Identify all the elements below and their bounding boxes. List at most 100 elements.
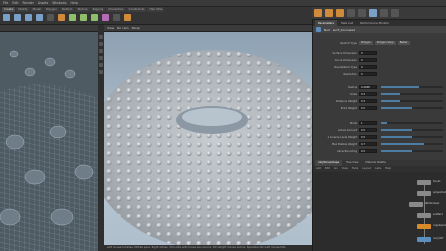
shelf-tab-characters[interactable]: Characters [106,7,126,12]
left-viewport-header [0,25,102,32]
viewport-status: Left mouse tumbles. Middle pans. Right d… [104,245,312,251]
param-slider[interactable] [381,107,443,109]
shelf-tab-constraints[interactable]: Constraints [126,7,147,12]
node-copytopoints[interactable] [417,224,431,229]
tab-perf-monitor[interactable]: Performance Monitor [357,20,392,26]
param-value-field[interactable]: 0.7 [359,141,377,147]
select-tool-icon[interactable] [99,35,103,39]
caustic-light-icon[interactable] [380,9,388,17]
font-icon[interactable] [124,14,131,21]
param-value-field[interactable]: 0.3 [359,91,377,97]
shelf-tab-rigging[interactable]: Rigging [90,7,106,12]
net-menu-tools[interactable]: Tools [352,166,358,172]
param-label: Resolution [343,72,357,76]
spot-light-icon[interactable] [325,9,333,17]
param-slider[interactable] [381,122,443,124]
node-polyextrude[interactable] [417,191,431,196]
shelf-tab-model[interactable]: Model [30,7,43,12]
param-slider[interactable] [381,136,443,138]
shelf-tab-texture[interactable]: Texture [75,7,90,12]
sphere-icon[interactable] [14,14,21,21]
menu-assets[interactable]: Assets [38,1,48,5]
point-light-icon[interactable] [314,9,322,17]
menu-file[interactable]: File [3,1,8,5]
shelf-tab-modify[interactable]: Modify [16,7,30,12]
sky-light-icon[interactable] [358,9,366,17]
display-menu[interactable]: Persp [132,26,140,30]
tab-parameters[interactable]: Parameters [315,20,338,26]
param-option[interactable]: Polygon Soup [374,40,396,46]
camera-icon[interactable] [347,9,355,17]
rotate-tool-icon[interactable] [99,49,103,53]
net-menu-add[interactable]: Add [316,166,321,172]
node-null-out[interactable] [417,237,431,242]
param-value-field[interactable]: 0.5 [359,134,377,140]
param-value-field[interactable]: 0.4948 [359,84,377,90]
tube-icon[interactable] [25,14,32,21]
handle-tool-icon[interactable] [99,63,103,67]
param-slider[interactable] [381,86,443,88]
node-name-field[interactable]: surfl_borrowed [333,28,355,32]
circle-icon[interactable] [80,14,87,21]
node-attribnoise[interactable] [409,202,423,207]
null-icon[interactable] [58,14,65,21]
net-menu-go[interactable]: Go [334,166,338,172]
move-tool-icon[interactable] [99,42,103,46]
box-icon[interactable] [3,14,10,21]
param-row: 1 Inverse Level Weight 0.5 [313,134,446,140]
net-menu-layout[interactable]: Layout [362,166,371,172]
param-value-field[interactable]: 0.5 [359,127,377,133]
main-viewport[interactable]: View No cam Persp Left mouse tumbles. Mi… [104,25,312,251]
param-option[interactable]: Bezier [397,40,410,46]
shelf-tab-create[interactable]: Create [2,7,16,12]
net-menu-help[interactable]: Help [385,166,391,172]
param-slider[interactable] [381,143,443,145]
param-value-field[interactable]: 0.5 [359,105,377,111]
param-value-field[interactable]: 0.5 [359,148,377,154]
param-slider[interactable] [381,100,443,102]
param-value-field[interactable]: 0 [359,71,377,77]
spray-paint-icon[interactable] [113,14,120,21]
line-icon[interactable] [69,14,76,21]
tab-take-list[interactable]: Take List [338,20,356,26]
menu-edit[interactable]: Edit [12,1,18,5]
net-menu-labs[interactable]: Labs [375,166,381,172]
param-slider[interactable] [381,129,443,131]
param-slider[interactable] [381,93,443,95]
env-light-icon[interactable] [369,9,377,17]
curve-icon[interactable] [91,14,98,21]
scale-tool-icon[interactable] [99,56,103,60]
net-menu-view[interactable]: View [342,166,348,172]
param-option[interactable]: Polygon [359,40,373,46]
param-row: Mode 1 [313,120,446,126]
param-value-field[interactable]: 0 [359,50,377,56]
camera-menu[interactable]: No cam [117,26,128,30]
menu-windows[interactable]: Windows [52,1,66,5]
network-editor[interactable]: /obj/torus/shape Tree View Material Pale… [312,160,446,251]
param-row: Surface Dimension 0 [313,50,446,56]
grid-icon[interactable] [47,14,54,21]
path-icon[interactable] [102,14,109,21]
shelf-tab-polygon[interactable]: Polygon [43,7,59,12]
param-label: Curve Dimension [334,58,357,62]
left-viewport[interactable] [0,25,104,251]
param-label: Distance Weight [335,99,357,103]
menu-render[interactable]: Render [23,1,34,5]
torus-icon[interactable] [36,14,43,21]
node-type-icon [316,27,321,32]
param-value-field[interactable]: 1 [359,120,377,126]
net-menu-edit[interactable]: Edit [325,166,330,172]
param-slider-fill [381,136,412,138]
node-scatter[interactable] [417,213,431,218]
node-torus[interactable] [417,180,431,185]
param-slider[interactable] [381,150,443,152]
view-tool-icon[interactable] [99,70,103,74]
area-light-icon[interactable] [336,9,344,17]
portal-light-icon[interactable] [391,9,399,17]
shelf-tab-hair[interactable]: Hair Utils [147,7,165,12]
param-value-field[interactable]: 0 [359,57,377,63]
param-value-field[interactable]: 0 [359,64,377,70]
shelf-tab-deform[interactable]: Deform [59,7,75,12]
param-value-field[interactable]: 0.3 [359,98,377,104]
menu-help[interactable]: Help [71,1,78,5]
